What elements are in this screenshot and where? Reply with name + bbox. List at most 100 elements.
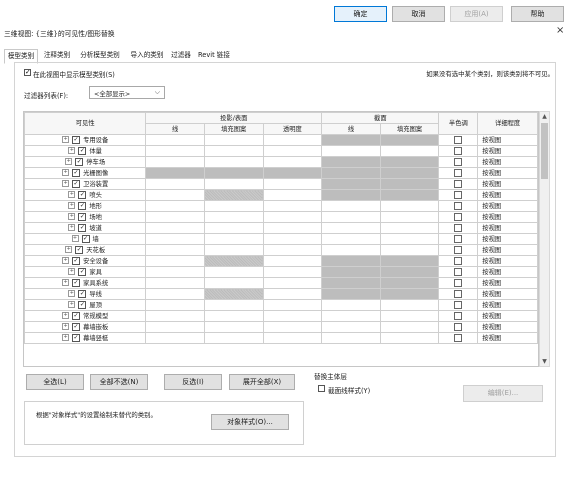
expand-icon[interactable]: + xyxy=(68,191,76,198)
object-styles-button[interactable]: 对象样式(O)... xyxy=(211,414,289,430)
grid-scrollbar[interactable]: ▲ ▼ xyxy=(539,111,550,367)
edit-button[interactable]: 编辑(E)... xyxy=(463,385,543,402)
table-row[interactable]: + ✓ 幕墙竖梃 按视图 xyxy=(24,332,538,344)
table-row[interactable]: + ✓ 天花板 按视图 xyxy=(24,244,538,256)
proj-transparency-cell[interactable] xyxy=(262,200,323,212)
visibility-cell[interactable]: + ✓ 墙 xyxy=(24,233,147,245)
expand-icon[interactable]: + xyxy=(62,334,70,341)
section-line-cell[interactable] xyxy=(321,244,381,256)
apply-button[interactable]: 应用(A) xyxy=(450,6,503,22)
halftone-cell[interactable] xyxy=(438,211,479,223)
proj-fill-cell[interactable] xyxy=(203,233,264,245)
visibility-cell[interactable]: + ✓ 坡道 xyxy=(24,222,147,234)
halftone-cell[interactable] xyxy=(438,156,479,168)
tab-imported-categories[interactable]: 导入的类别 xyxy=(126,49,168,63)
halftone-cell[interactable] xyxy=(438,145,479,157)
section-fill-cell[interactable] xyxy=(379,332,440,344)
tab-annotation-categories[interactable]: 注释类别 xyxy=(40,49,74,63)
close-icon[interactable]: × xyxy=(556,25,564,36)
section-line-cell[interactable] xyxy=(321,321,381,333)
proj-transparency-cell[interactable] xyxy=(262,288,323,300)
visibility-cell[interactable]: + ✓ 喷头 xyxy=(24,189,147,201)
expand-icon[interactable]: + xyxy=(68,290,76,297)
table-row[interactable]: + ✓ 喷头 按视图 xyxy=(24,189,538,201)
proj-fill-cell[interactable] xyxy=(203,332,264,344)
visibility-cell[interactable]: + ✓ 光栅图像 xyxy=(24,167,147,179)
halftone-cell[interactable] xyxy=(438,255,479,267)
proj-fill-cell[interactable] xyxy=(203,156,264,168)
proj-fill-cell[interactable] xyxy=(203,167,264,179)
detail-level-cell[interactable]: 按视图 xyxy=(477,134,538,146)
proj-line-cell[interactable] xyxy=(145,211,205,223)
proj-transparency-cell[interactable] xyxy=(262,145,323,157)
detail-level-cell[interactable]: 按视图 xyxy=(477,211,538,223)
proj-fill-cell[interactable] xyxy=(203,299,264,311)
table-row[interactable]: + ✓ 家具系统 按视图 xyxy=(24,277,538,289)
expand-icon[interactable]: + xyxy=(62,279,70,286)
visibility-cell[interactable]: + ✓ 幕墙嵌板 xyxy=(24,321,147,333)
detail-level-cell[interactable]: 按视图 xyxy=(477,244,538,256)
halftone-checkbox[interactable] xyxy=(454,234,463,243)
proj-fill-cell[interactable] xyxy=(203,211,264,223)
visibility-checkbox[interactable]: ✓ xyxy=(78,289,87,298)
proj-fill-cell[interactable] xyxy=(203,189,264,201)
section-line-cell[interactable] xyxy=(321,299,381,311)
visibility-cell[interactable]: + ✓ 专用设备 xyxy=(24,134,147,146)
proj-transparency-cell[interactable] xyxy=(262,255,323,267)
table-row[interactable]: + ✓ 屋顶 按视图 xyxy=(24,299,538,311)
show-model-categories-checkbox[interactable]: ✓ xyxy=(24,69,31,76)
halftone-cell[interactable] xyxy=(438,189,479,201)
section-fill-cell[interactable] xyxy=(379,299,440,311)
halftone-checkbox[interactable] xyxy=(454,256,463,265)
halftone-checkbox[interactable] xyxy=(454,322,463,331)
tab-revit-links[interactable]: Revit 链接 xyxy=(194,49,234,63)
proj-fill-cell[interactable] xyxy=(203,178,264,190)
proj-fill-cell[interactable] xyxy=(203,244,264,256)
section-line-cell[interactable] xyxy=(321,200,381,212)
proj-transparency-cell[interactable] xyxy=(262,189,323,201)
section-line-cell[interactable] xyxy=(321,178,381,190)
section-line-cell[interactable] xyxy=(321,189,381,201)
proj-transparency-cell[interactable] xyxy=(262,222,323,234)
section-fill-cell[interactable] xyxy=(379,200,440,212)
halftone-cell[interactable] xyxy=(438,321,479,333)
filter-list-select[interactable]: <全部显示> ⌵ xyxy=(89,86,165,99)
halftone-cell[interactable] xyxy=(438,244,479,256)
proj-transparency-cell[interactable] xyxy=(262,266,323,278)
halftone-checkbox[interactable] xyxy=(454,212,463,221)
proj-transparency-cell[interactable] xyxy=(262,299,323,311)
select-none-button[interactable]: 全部不选(N) xyxy=(90,374,148,390)
visibility-cell[interactable]: + ✓ 停车场 xyxy=(24,156,147,168)
section-fill-cell[interactable] xyxy=(379,178,440,190)
halftone-checkbox[interactable] xyxy=(454,157,463,166)
proj-transparency-cell[interactable] xyxy=(262,134,323,146)
proj-transparency-cell[interactable] xyxy=(262,167,323,179)
detail-level-cell[interactable]: 按视图 xyxy=(477,233,538,245)
proj-transparency-cell[interactable] xyxy=(262,156,323,168)
table-row[interactable]: + ✓ 专用设备 按视图 xyxy=(24,134,538,146)
visibility-cell[interactable]: + ✓ 卫浴装置 xyxy=(24,178,147,190)
proj-fill-cell[interactable] xyxy=(203,321,264,333)
proj-line-cell[interactable] xyxy=(145,332,205,344)
halftone-cell[interactable] xyxy=(438,310,479,322)
halftone-cell[interactable] xyxy=(438,233,479,245)
proj-line-cell[interactable] xyxy=(145,310,205,322)
visibility-checkbox[interactable]: ✓ xyxy=(72,256,81,265)
detail-level-cell[interactable]: 按视图 xyxy=(477,222,538,234)
proj-line-cell[interactable] xyxy=(145,200,205,212)
section-fill-cell[interactable] xyxy=(379,189,440,201)
proj-line-cell[interactable] xyxy=(145,244,205,256)
cancel-button[interactable]: 取消 xyxy=(392,6,445,22)
section-line-cell[interactable] xyxy=(321,266,381,278)
table-row[interactable]: + ✓ 场地 按视图 xyxy=(24,211,538,223)
visibility-checkbox[interactable]: ✓ xyxy=(72,311,81,320)
expand-all-button[interactable]: 展开全部(X) xyxy=(229,374,295,390)
table-row[interactable]: + ✓ 体量 按视图 xyxy=(24,145,538,157)
table-row[interactable]: + ✓ 卫浴装置 按视图 xyxy=(24,178,538,190)
proj-transparency-cell[interactable] xyxy=(262,233,323,245)
expand-icon[interactable]: + xyxy=(65,158,73,165)
visibility-cell[interactable]: + ✓ 天花板 xyxy=(24,244,147,256)
proj-transparency-cell[interactable] xyxy=(262,178,323,190)
section-fill-cell[interactable] xyxy=(379,222,440,234)
halftone-checkbox[interactable] xyxy=(454,300,463,309)
